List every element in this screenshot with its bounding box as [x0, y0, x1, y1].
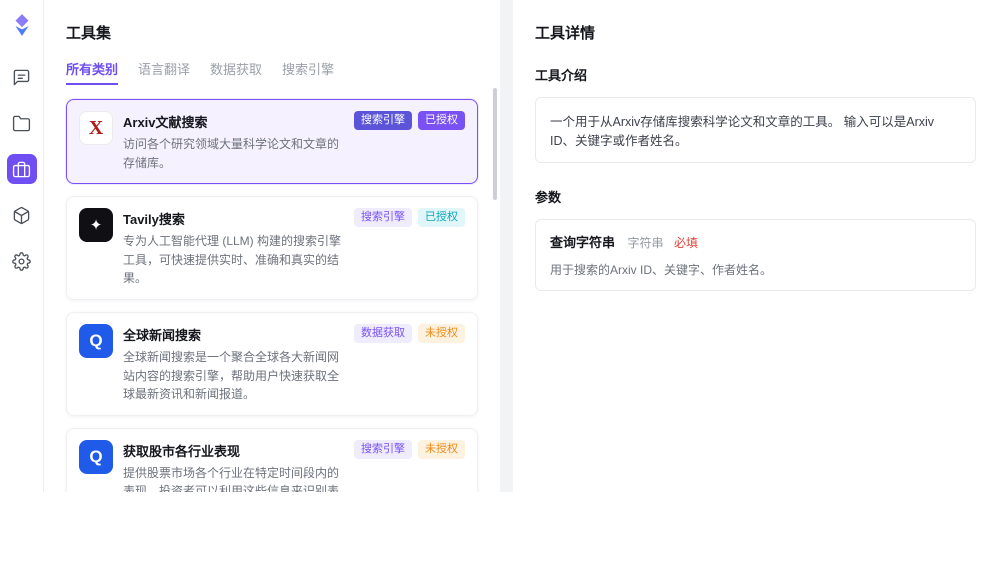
- tab-all-categories[interactable]: 所有类别: [66, 59, 119, 85]
- category-badge: 搜索引擎: [354, 111, 412, 130]
- sidebar: [0, 0, 44, 492]
- auth-badge: 已授权: [418, 111, 465, 130]
- tool-card-tavily[interactable]: ✦ Tavily搜索 专为人工智能代理 (LLM) 构建的搜索引擎工具，可快速提…: [66, 196, 478, 300]
- category-badge: 搜索引擎: [354, 439, 412, 459]
- page-title: 工具集: [66, 25, 112, 42]
- intro-heading: 工具介绍: [535, 68, 588, 83]
- sidebar-item-plugins[interactable]: [7, 200, 37, 230]
- tool-detail-panel: 工具详情 工具介绍 一个用于从Arxiv存储库搜索科学论文和文章的工具。 输入可…: [513, 0, 1000, 492]
- tool-name: Arxiv文献搜索: [123, 115, 208, 130]
- tab-translation[interactable]: 语言翻译: [138, 59, 190, 85]
- news-tool-logo-icon: Q: [79, 323, 113, 358]
- tavily-logo-icon: ✦: [79, 208, 113, 243]
- param-type: 字符串: [627, 236, 664, 250]
- tab-search-engine[interactable]: 搜索引擎: [282, 59, 334, 85]
- package-icon: [13, 206, 30, 224]
- tool-desc: 专为人工智能代理 (LLM) 构建的搜索引擎工具，可快速提供实时、准确和真实的结…: [123, 234, 342, 286]
- sidebar-item-tools[interactable]: [6, 154, 37, 184]
- tool-name: 获取股市各行业表现: [123, 443, 241, 459]
- tab-data-fetch[interactable]: 数据获取: [210, 59, 262, 85]
- category-badge: 数据获取: [354, 323, 412, 343]
- gear-icon: [12, 251, 31, 271]
- detail-title: 工具详情: [535, 25, 596, 42]
- stock-tool-logo-icon: Q: [79, 439, 113, 474]
- tool-card-sector-performance[interactable]: Q 获取股市各行业表现 提供股票市场各个行业在特定时间段内的表现。投资者可以利用…: [66, 427, 478, 492]
- category-tabs: 所有类别 语言翻译 数据获取 搜索引擎: [66, 59, 478, 85]
- app-window: 工具集 所有类别 语言翻译 数据获取 搜索引擎 X Arxiv文献搜索 访问各个…: [0, 0, 1000, 492]
- auth-badge: 已授权: [418, 208, 465, 228]
- folder-icon: [12, 115, 31, 131]
- arxiv-logo-icon: X: [79, 111, 113, 145]
- sidebar-item-chat[interactable]: [7, 62, 37, 92]
- sidebar-item-settings[interactable]: [7, 246, 37, 276]
- app-logo-icon: [15, 14, 28, 36]
- panel-divider: [500, 0, 513, 492]
- tool-desc: 全球新闻搜索是一个聚合全球各大新闻网站内容的搜索引擎，帮助用户快速获取全球最新资…: [123, 349, 340, 402]
- params-heading: 参数: [535, 190, 562, 205]
- tool-intro-text: 一个用于从Arxiv存储库搜索科学论文和文章的工具。 输入可以是Arxiv ID…: [535, 97, 976, 163]
- param-name: 查询字符串: [550, 235, 616, 250]
- param-required-badge: 必填: [673, 236, 698, 250]
- auth-badge: 未授权: [418, 323, 465, 343]
- tool-card-arxiv[interactable]: X Arxiv文献搜索 访问各个研究领域大量科学论文和文章的存储库。 搜索引擎 …: [66, 99, 478, 185]
- param-desc: 用于搜索的Arxiv ID、关键字、作者姓名。: [550, 263, 773, 277]
- tool-card-list: X Arxiv文献搜索 访问各个研究领域大量科学论文和文章的存储库。 搜索引擎 …: [66, 99, 478, 492]
- tool-list-panel: 工具集 所有类别 语言翻译 数据获取 搜索引擎 X Arxiv文献搜索 访问各个…: [44, 0, 500, 492]
- tool-desc: 提供股票市场各个行业在特定时间段内的表现。投资者可以利用这些信息来识别表现优于或…: [123, 465, 340, 492]
- tool-desc: 访问各个研究领域大量科学论文和文章的存储库。: [123, 137, 340, 170]
- tool-name: Tavily搜索: [123, 212, 185, 228]
- chat-icon: [13, 69, 30, 85]
- param-item: 查询字符串 字符串 必填 用于搜索的Arxiv ID、关键字、作者姓名。: [535, 219, 976, 291]
- param-header: 查询字符串 字符串 必填: [550, 232, 961, 252]
- sidebar-item-files[interactable]: [7, 108, 37, 138]
- list-scrollbar[interactable]: [493, 88, 497, 200]
- tool-name: 全球新闻搜索: [123, 327, 202, 343]
- tool-card-global-news[interactable]: Q 全球新闻搜索 全球新闻搜索是一个聚合全球各大新闻网站内容的搜索引擎，帮助用户…: [66, 311, 478, 416]
- briefcase-icon: [12, 161, 31, 177]
- category-badge: 搜索引擎: [354, 208, 412, 228]
- auth-badge: 未授权: [418, 439, 465, 459]
